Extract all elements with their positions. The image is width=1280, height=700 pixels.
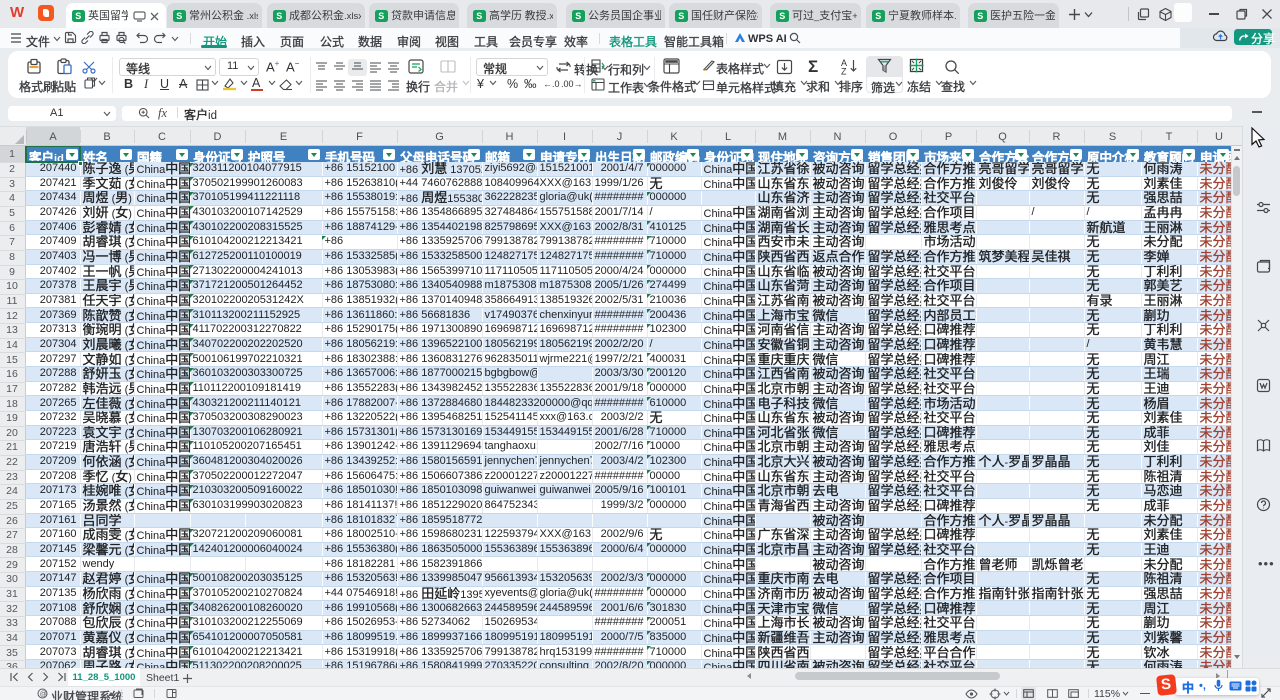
svg-text:Z: Z: [841, 67, 847, 76]
svg-text:@: @: [40, 691, 47, 698]
